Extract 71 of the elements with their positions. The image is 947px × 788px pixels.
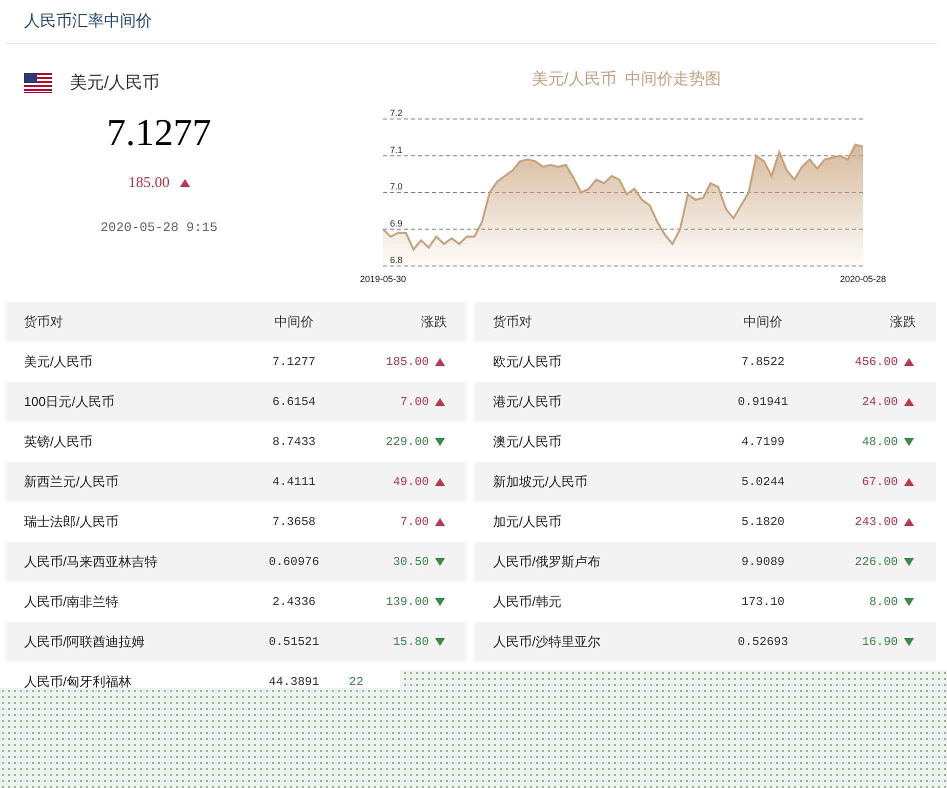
table-cell-text: 243.00 xyxy=(854,514,898,531)
table-cell-text: 7.00 xyxy=(400,394,429,411)
table-cell-text: 英镑/人民币 xyxy=(24,433,94,452)
column-header: 涨跌 xyxy=(890,313,916,332)
table-cell-text: 加元/人民币 xyxy=(493,513,563,532)
table-cell-text: 30.50 xyxy=(392,554,429,571)
currency-pair-title: 美元/人民币 xyxy=(70,72,160,94)
y-axis-label: 6.9 xyxy=(390,218,403,228)
table-cell-text: 0.52693 xyxy=(738,634,788,651)
table-cell-text: 瑞士法郎/人民币 xyxy=(24,513,120,532)
table-cell-text: 8.7433 xyxy=(272,434,316,451)
y-axis-label: 6.8 xyxy=(390,255,403,265)
table-cell-text: 人民币/南非兰特 xyxy=(24,593,120,612)
column-header: 中间价 xyxy=(744,313,782,332)
table-cell-text: 67.00 xyxy=(862,474,898,491)
table-cell-text: 185.00 xyxy=(386,354,429,371)
column-header: 货币对 xyxy=(24,313,63,332)
table-cell-text: 0.91941 xyxy=(738,394,788,411)
table-cell-text: 456.00 xyxy=(854,354,898,371)
page-title: 人民币汇率中间价 xyxy=(24,12,152,32)
table-cell-text: 4.4111 xyxy=(272,474,316,491)
table-cell-text: 16.90 xyxy=(862,634,898,651)
table-cell-text: 24.00 xyxy=(862,394,898,411)
table-cell-text: 49.00 xyxy=(392,474,429,491)
table-cell-text: 人民币/韩元 xyxy=(493,593,563,612)
table-cell-text: 0.51521 xyxy=(268,634,320,651)
column-header: 货币对 xyxy=(493,313,532,332)
table-cell-text: 澳元/人民币 xyxy=(493,433,563,452)
chart-title: 美元/人民币 中间价走势图 xyxy=(532,70,722,90)
table-cell-text: 8.00 xyxy=(869,594,898,611)
table-cell-text: 5.1820 xyxy=(741,514,785,531)
table-cell-text: 48.00 xyxy=(862,434,898,451)
table-cell-text: 新加坡元/人民币 xyxy=(493,473,589,492)
table-cell-text: 100日元/人民币 xyxy=(24,393,116,412)
table-cell-text: 15.80 xyxy=(392,634,429,651)
table-cell-text: 44.3891 xyxy=(268,674,320,691)
flag-icon xyxy=(24,72,52,93)
table-cell-text: 7.3658 xyxy=(272,514,316,531)
table-cell-text: 新西兰元/人民币 xyxy=(24,473,120,492)
column-header: 中间价 xyxy=(274,313,314,332)
table-cell-text: 139.00 xyxy=(386,594,429,611)
column-header: 涨跌 xyxy=(421,313,447,332)
table-cell-text: 7.8522 xyxy=(741,354,785,371)
rate-change: 185.00 xyxy=(128,174,170,192)
table-cell-text: 港元/人民币 xyxy=(493,393,563,412)
x-axis-label: 2019-05-30 xyxy=(360,274,406,284)
timestamp: 2020-05-28 9:15 xyxy=(100,219,218,237)
table-cell-text: 5.0244 xyxy=(741,474,785,491)
x-axis-label: 2020-05-28 xyxy=(840,274,886,284)
y-axis-label: 7.0 xyxy=(390,182,403,192)
table-cell-text: 6.6154 xyxy=(272,394,316,411)
table-cell-text: 人民币/沙特里亚尔 xyxy=(493,633,602,652)
table-cell-text: 7.1277 xyxy=(272,354,316,371)
table-cell-text: 人民币/阿联酋迪拉姆 xyxy=(24,633,146,652)
table-cell-text: 7.00 xyxy=(400,514,429,531)
table-cell-text: 欧元/人民币 xyxy=(493,353,563,372)
table-cell-text: 9.9089 xyxy=(741,554,785,571)
table-cell-text: 4.7199 xyxy=(741,434,785,451)
y-axis-label: 7.2 xyxy=(390,108,403,118)
y-axis-label: 7.1 xyxy=(390,144,403,155)
table-cell-text: 人民币/马来西亚林吉特 xyxy=(24,553,159,572)
table-cell-text: 美元/人民币 xyxy=(24,353,94,372)
table-cell-text: 22 xyxy=(349,674,364,691)
table-cell-text: 人民币/俄罗斯卢布 xyxy=(493,553,602,572)
exchange-rate: 7.1277 xyxy=(106,114,212,152)
table-cell-text: 229.00 xyxy=(386,434,429,451)
table-cell-text: 人民币/匈牙利福林 xyxy=(24,673,133,692)
table-cell-text: 2.4336 xyxy=(272,594,316,611)
table-cell-text: 173.10 xyxy=(741,594,785,611)
table-cell-text: 0.60976 xyxy=(268,554,320,571)
table-cell-text: 226.00 xyxy=(854,554,898,571)
